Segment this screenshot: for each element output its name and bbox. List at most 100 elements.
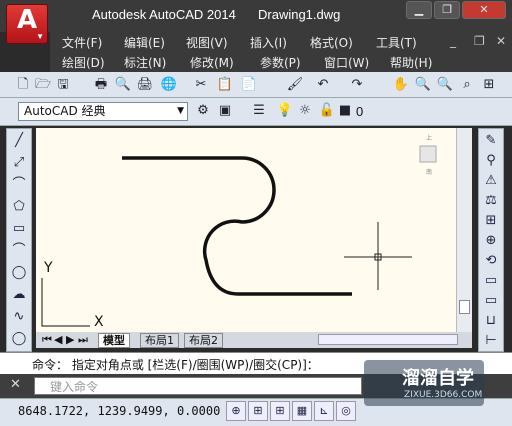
cut-icon[interactable]: ✂ <box>192 76 210 94</box>
zoom-window-icon[interactable]: 🔍 <box>436 76 454 94</box>
array-icon[interactable]: ⊞ <box>481 211 501 231</box>
lightbulb-icon[interactable]: 💡 <box>276 102 294 120</box>
save-icon[interactable]: 🖫 <box>54 76 72 94</box>
offset-icon[interactable]: ⚖ <box>481 191 501 211</box>
menu-modify[interactable]: 修改(M) <box>190 54 234 71</box>
close-button[interactable]: ✕ <box>462 1 506 19</box>
infer-constraints-icon[interactable]: ⊕ <box>226 401 246 421</box>
watermark-title: 溜溜自学 <box>402 368 474 389</box>
spline-icon[interactable]: ∿ <box>9 307 29 327</box>
last-tab-button[interactable]: ⏭ <box>74 333 92 348</box>
viewcube-bottom-label: 南 <box>426 168 432 176</box>
arc-icon[interactable]: ⌒ <box>9 241 29 261</box>
menu-dimension[interactable]: 标注(N) <box>124 54 166 71</box>
doc-close-button[interactable]: ✕ <box>496 34 506 48</box>
ucs-icon <box>41 278 90 327</box>
tab-layout2[interactable]: 布局2 <box>184 333 223 348</box>
circle-icon[interactable]: ◯ <box>9 263 29 283</box>
rotate-icon[interactable]: ⟲ <box>481 251 501 271</box>
revision-cloud-icon[interactable]: ☁ <box>9 285 29 305</box>
layer-color-icon[interactable]: ■ <box>336 102 354 120</box>
layer-properties-icon[interactable]: ☰ <box>250 102 268 120</box>
zoom-realtime-icon[interactable]: 🔍 <box>414 76 432 94</box>
menu-window[interactable]: 窗口(W) <box>324 54 369 71</box>
erase-icon[interactable]: ✎ <box>481 131 501 151</box>
layer-value[interactable]: 0 <box>356 104 363 119</box>
zoom-previous-icon[interactable]: ⌕ <box>458 76 476 94</box>
osnap-icon[interactable]: ◎ <box>336 401 356 421</box>
doc-restore-button[interactable]: ❐ <box>474 34 485 48</box>
tab-layout1[interactable]: 布局1 <box>140 333 179 348</box>
trim-icon[interactable]: ⊔ <box>481 311 501 331</box>
tab-model[interactable]: 模型 <box>98 333 130 348</box>
menu-file[interactable]: 文件(F) <box>62 34 102 51</box>
settings-icon[interactable]: ⚙ <box>194 102 212 120</box>
command-placeholder: 键入命令 <box>50 380 99 394</box>
menu-insert[interactable]: 插入(I) <box>250 34 287 51</box>
workspace-value: AutoCAD 经典 <box>24 104 106 118</box>
app-title: Autodesk AutoCAD 2014 <box>92 7 236 22</box>
redo-icon[interactable]: ↷ <box>348 76 366 94</box>
drawing-svg: 上 南 Y X <box>41 134 437 330</box>
globe-icon[interactable]: 🌐 <box>160 76 178 94</box>
menu-tools[interactable]: 工具(T) <box>376 34 417 51</box>
ellipse-icon[interactable]: ◯ <box>9 329 29 349</box>
pan-icon[interactable]: ✋ <box>392 76 410 94</box>
move-icon[interactable]: ⊕ <box>481 231 501 251</box>
menu-format[interactable]: 格式(O) <box>310 34 353 51</box>
layout-tabs: ⏮ ◀ ▶ ⏭ 模型 布局1 布局2 <box>36 332 472 348</box>
menu-edit[interactable]: 编辑(E) <box>124 34 165 51</box>
ortho-icon[interactable]: ▦ <box>292 401 312 421</box>
maximize-button[interactable]: ❐ <box>434 1 460 19</box>
publish-icon[interactable]: 🖨 <box>136 76 154 94</box>
menu-help[interactable]: 帮助(H) <box>390 54 432 71</box>
viewcube-icon[interactable] <box>419 145 437 163</box>
paste-icon[interactable]: 📄 <box>240 76 258 94</box>
workspace-toolbar: AutoCAD 经典 ▼ ⚙ ▣ ☰ 💡 ☼ 🔓 ■ <box>0 98 512 126</box>
minimize-button[interactable]: ▁ <box>406 1 432 19</box>
menu-view[interactable]: 视图(V) <box>186 34 228 51</box>
close-icon[interactable]: ✕ <box>10 376 21 392</box>
workspace-icon[interactable]: ▣ <box>216 102 234 120</box>
undo-icon[interactable]: ↶ <box>314 76 332 94</box>
scrollbar-thumb[interactable] <box>459 300 470 314</box>
horizontal-scrollbar[interactable] <box>318 334 458 345</box>
drawing-canvas[interactable]: 上 南 Y X <box>36 128 456 332</box>
extend-icon[interactable]: ⊢ <box>481 331 501 351</box>
menu-parametric[interactable]: 参数(P) <box>260 54 301 71</box>
polygon-icon[interactable]: ⬠ <box>9 197 29 217</box>
sun-icon[interactable]: ☼ <box>296 102 314 120</box>
chevron-down-icon: ▼ <box>177 106 184 116</box>
preview-icon[interactable]: 🔍 <box>114 76 132 94</box>
scale-icon[interactable]: ▭ <box>481 271 501 291</box>
watermark-subtitle: ZIXUE.3D66.COM <box>404 390 483 400</box>
line-icon[interactable]: ╱ <box>9 131 29 151</box>
plot-icon[interactable]: 🖶 <box>92 76 110 94</box>
properties-icon[interactable]: ⊞ <box>480 76 498 94</box>
copy-object-icon[interactable]: ⚲ <box>481 151 501 171</box>
drawn-polyline[interactable] <box>122 156 352 296</box>
menu-draw[interactable]: 绘图(D) <box>62 54 105 71</box>
grid-icon[interactable]: ⊞ <box>270 401 290 421</box>
ucs-x-label: X <box>94 314 104 330</box>
match-properties-icon[interactable]: 🖌 <box>286 76 304 94</box>
menu-bar: 文件(F) 编辑(E) 视图(V) 插入(I) 格式(O) 工具(T) _ ❐ … <box>50 32 512 52</box>
doc-minimize-button[interactable]: _ <box>450 34 456 48</box>
polyline-icon[interactable]: ⌒ <box>9 175 29 195</box>
vertical-scrollbar[interactable] <box>456 128 472 332</box>
document-title: Drawing1.dwg <box>258 7 341 22</box>
coordinate-readout[interactable]: 8648.1722, 1239.9499, 0.0000 <box>18 404 220 418</box>
menu-bar-row2: 绘图(D) 标注(N) 修改(M) 参数(P) 窗口(W) 帮助(H) <box>50 52 512 72</box>
polar-icon[interactable]: ⊾ <box>314 401 334 421</box>
stretch-icon[interactable]: ▭ <box>481 291 501 311</box>
lock-icon[interactable]: 🔓 <box>318 102 336 120</box>
copy-icon[interactable]: 📋 <box>216 76 234 94</box>
application-menu-button[interactable]: A ▼ <box>6 4 48 44</box>
snap-icon[interactable]: ⊞ <box>248 401 268 421</box>
open-icon[interactable]: 🗁 <box>34 76 52 94</box>
construction-line-icon[interactable]: ⤢ <box>9 153 29 173</box>
new-icon[interactable]: 🗋 <box>14 76 32 94</box>
mirror-icon[interactable]: ⚠ <box>481 171 501 191</box>
rectangle-icon[interactable]: ▭ <box>9 219 29 239</box>
workspace-select[interactable]: AutoCAD 经典 ▼ <box>18 102 188 121</box>
